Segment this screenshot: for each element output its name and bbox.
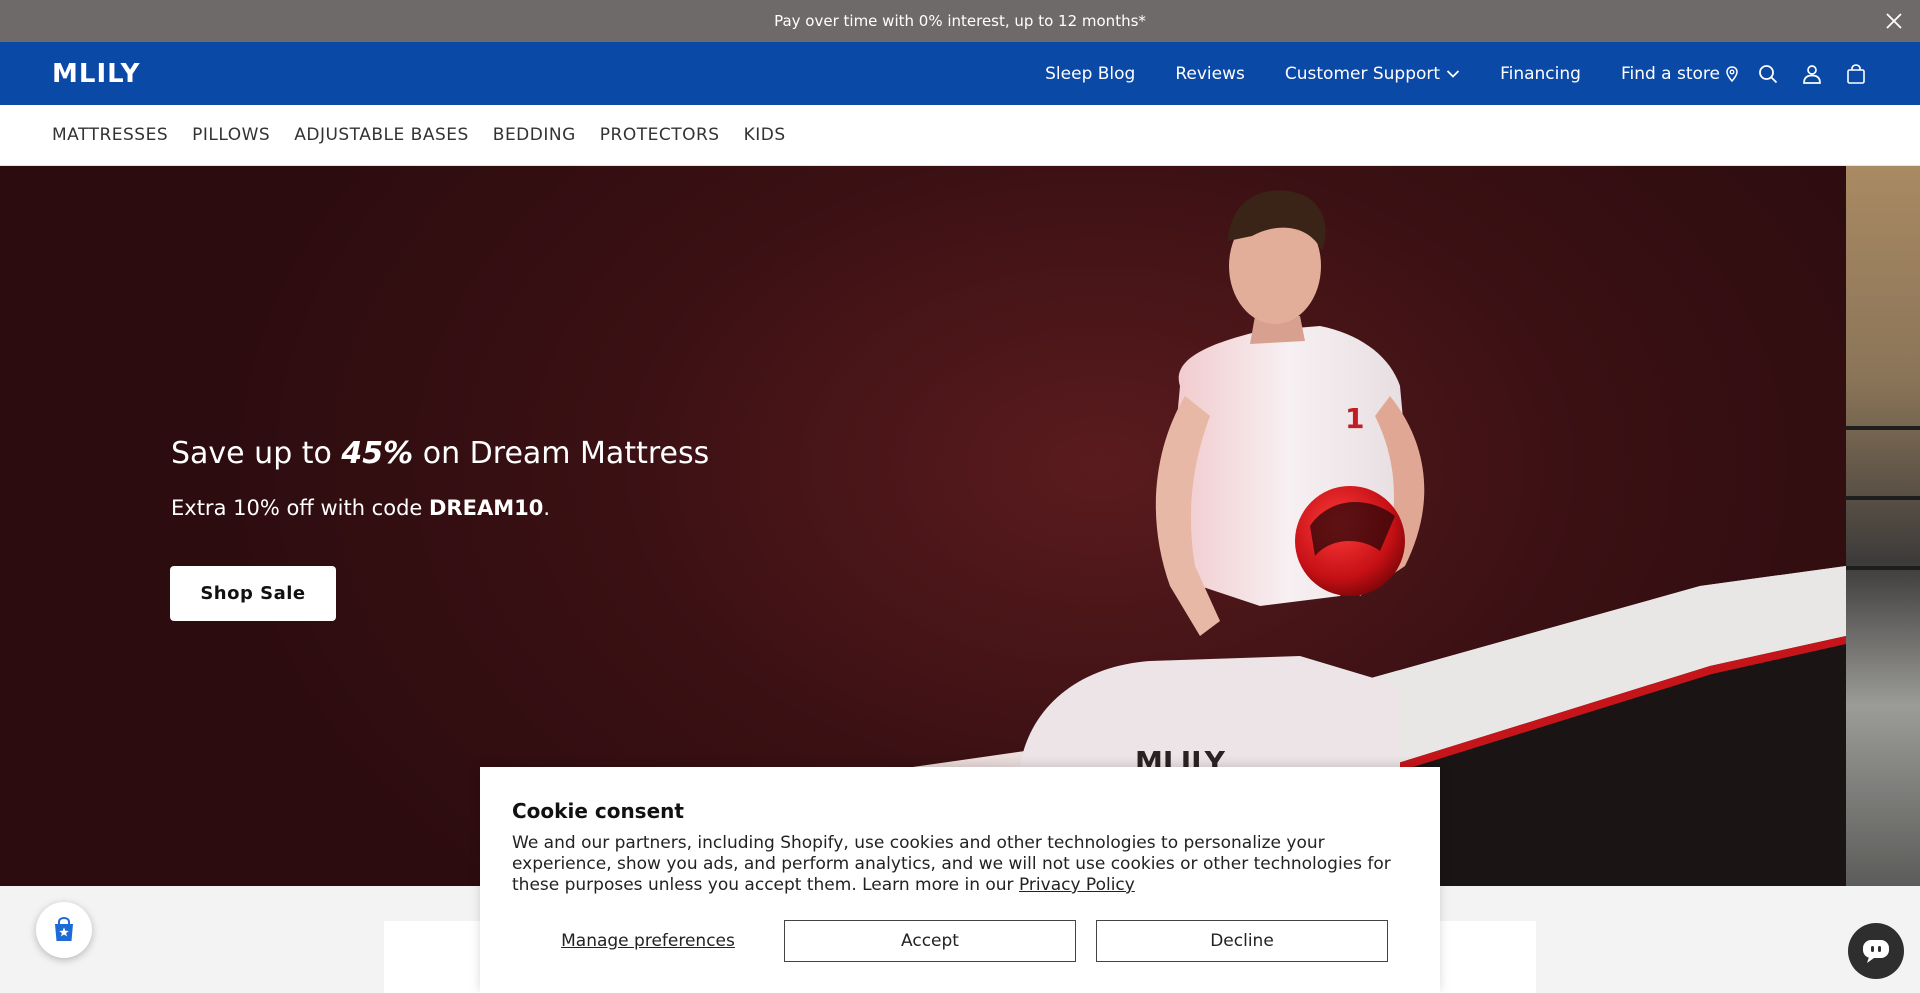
category-pillows[interactable]: PILLOWS (192, 125, 270, 145)
category-mattresses[interactable]: MATTRESSES (52, 125, 168, 145)
accept-button[interactable]: Accept (784, 920, 1076, 962)
chat-icon[interactable] (1848, 923, 1904, 979)
cart-icon[interactable] (1844, 62, 1868, 86)
site-header: MLILY Sleep Blog Reviews Customer Suppor… (0, 42, 1920, 105)
promo-code: DREAM10 (429, 496, 544, 520)
hero-subtitle: Extra 10% off with code DREAM10. (171, 496, 551, 520)
search-icon[interactable] (1756, 62, 1780, 86)
cookie-title: Cookie consent (512, 799, 684, 823)
announcement-bar: Pay over time with 0% interest, up to 12… (0, 0, 1920, 42)
nav-reviews[interactable]: Reviews (1175, 64, 1245, 84)
top-navigation: Sleep Blog Reviews Customer Support Fina… (1045, 42, 1920, 105)
shirt-number: 1 (1345, 402, 1364, 435)
next-slide-preview[interactable] (1846, 166, 1920, 886)
category-kids[interactable]: KIDS (744, 125, 786, 145)
hero-title: Save up to 45% on Dream Mattress (171, 436, 710, 471)
nav-financing[interactable]: Financing (1500, 64, 1581, 84)
chevron-down-icon (1446, 69, 1460, 78)
manage-preferences-link[interactable]: Manage preferences (512, 931, 784, 951)
account-icon[interactable] (1800, 62, 1824, 86)
nav-find-a-store[interactable]: Find a store (1621, 64, 1738, 84)
privacy-policy-link[interactable]: Privacy Policy (1019, 875, 1135, 895)
cookie-actions: Manage preferences Accept Decline (512, 920, 1408, 962)
decline-button[interactable]: Decline (1096, 920, 1388, 962)
announcement-text: Pay over time with 0% interest, up to 12… (774, 12, 1146, 30)
nav-sleep-blog[interactable]: Sleep Blog (1045, 64, 1135, 84)
nav-customer-support[interactable]: Customer Support (1285, 64, 1460, 84)
location-pin-icon (1726, 65, 1738, 82)
mlily-logo[interactable]: MLILY (52, 59, 142, 89)
shop-sale-button[interactable]: Shop Sale (170, 566, 336, 621)
close-icon[interactable] (1882, 9, 1906, 33)
category-protectors[interactable]: PROTECTORS (600, 125, 720, 145)
cookie-consent-dialog: Cookie consent We and our partners, incl… (480, 767, 1440, 993)
cookie-text: We and our partners, including Shopify, … (512, 833, 1391, 895)
category-navigation: MATTRESSES PILLOWS ADJUSTABLE BASES BEDD… (0, 105, 1920, 166)
category-adjustable-bases[interactable]: ADJUSTABLE BASES (294, 125, 469, 145)
shop-badge-icon[interactable] (36, 902, 92, 958)
category-bedding[interactable]: BEDDING (493, 125, 576, 145)
